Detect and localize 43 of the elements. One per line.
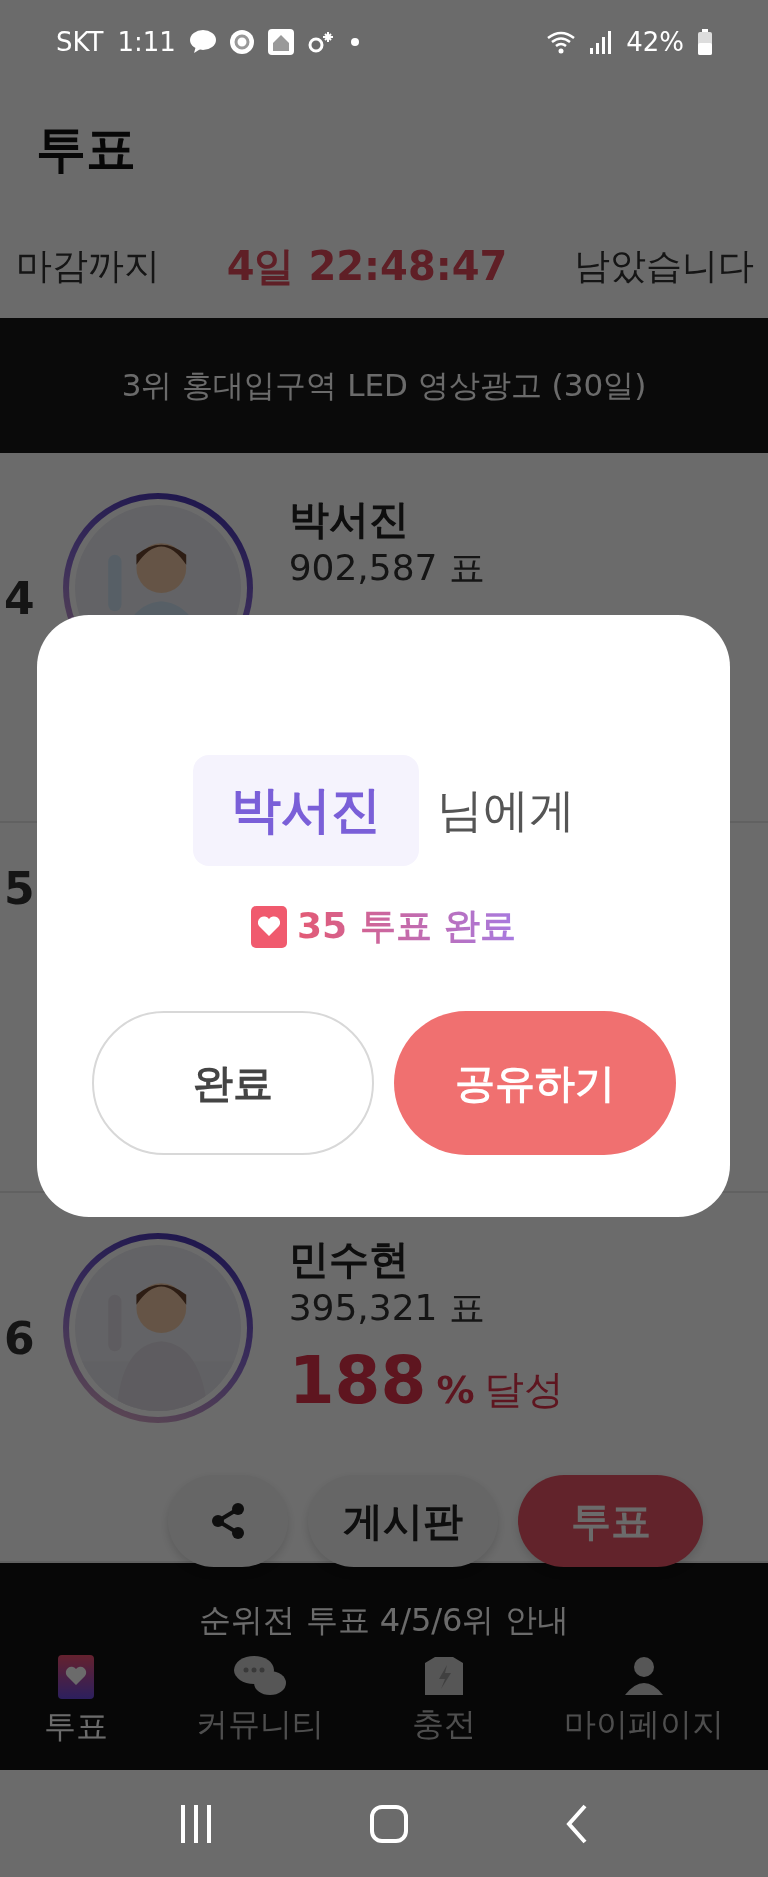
circle-icon <box>229 30 254 54</box>
nav-tab[interactable]: 커뮤니티 <box>190 1655 330 1749</box>
rank-number: 4 <box>4 573 35 626</box>
banner-title: 순위전 투표 4/5/6위 안내 <box>198 1600 570 1641</box>
sparkle-icon <box>307 30 336 54</box>
percent-sign: % <box>436 1367 475 1412</box>
banner-text: 3위 홍대입구역 LED 영상광고 (30일) <box>121 365 647 405</box>
nav-tab[interactable]: 투표 <box>38 1655 114 1749</box>
signal-icon <box>590 30 613 54</box>
nav-tab[interactable]: 마이페이지 <box>558 1655 730 1749</box>
board-button[interactable]: 게시판 <box>308 1475 498 1567</box>
done-button[interactable]: 완료 <box>91 1011 374 1155</box>
carrier-label: SKT <box>56 27 104 57</box>
app-icon <box>267 29 294 55</box>
clock: 1:11 <box>117 27 176 57</box>
vote-count: 395,321 표 <box>288 1286 486 1330</box>
share-button[interactable]: 공유하기 <box>393 1011 676 1155</box>
recipient-suffix: 님에게 <box>436 781 575 839</box>
announcement-banner[interactable]: 3위 홍대입구역 LED 영상광고 (30일) <box>0 318 768 453</box>
heart-card-icon <box>58 1655 94 1699</box>
person-icon <box>623 1655 665 1697</box>
countdown-prefix: 마감까지 <box>16 243 160 288</box>
rank-number: 6 <box>4 1313 35 1366</box>
candidate-name: 박서진 <box>288 495 410 544</box>
home-icon[interactable] <box>370 1804 408 1843</box>
recipient-name: 박서진 <box>192 755 419 866</box>
achievement-label: 달성 <box>484 1364 565 1414</box>
dot-icon <box>349 37 360 47</box>
candidate-name: 민수현 <box>288 1235 410 1284</box>
rank-number: 5 <box>4 863 35 916</box>
chat-icon <box>234 1655 286 1697</box>
vote-button[interactable]: 투표 <box>518 1475 703 1567</box>
vote-count: 902,587 표 <box>288 546 485 590</box>
battery-icon <box>698 29 712 55</box>
page-title: 투표 <box>36 118 136 180</box>
countdown-suffix: 남았습니다 <box>574 243 754 288</box>
wifi-icon <box>546 30 577 54</box>
chat-bubble-icon <box>189 30 216 54</box>
battery-percent: 42% <box>626 27 684 57</box>
achievement-percent: 188 <box>288 1341 427 1419</box>
nav-tab[interactable]: 충전 <box>406 1655 482 1749</box>
countdown-timer: 4일 22:48:47 <box>226 241 508 291</box>
recent-apps-icon[interactable] <box>178 1804 213 1843</box>
